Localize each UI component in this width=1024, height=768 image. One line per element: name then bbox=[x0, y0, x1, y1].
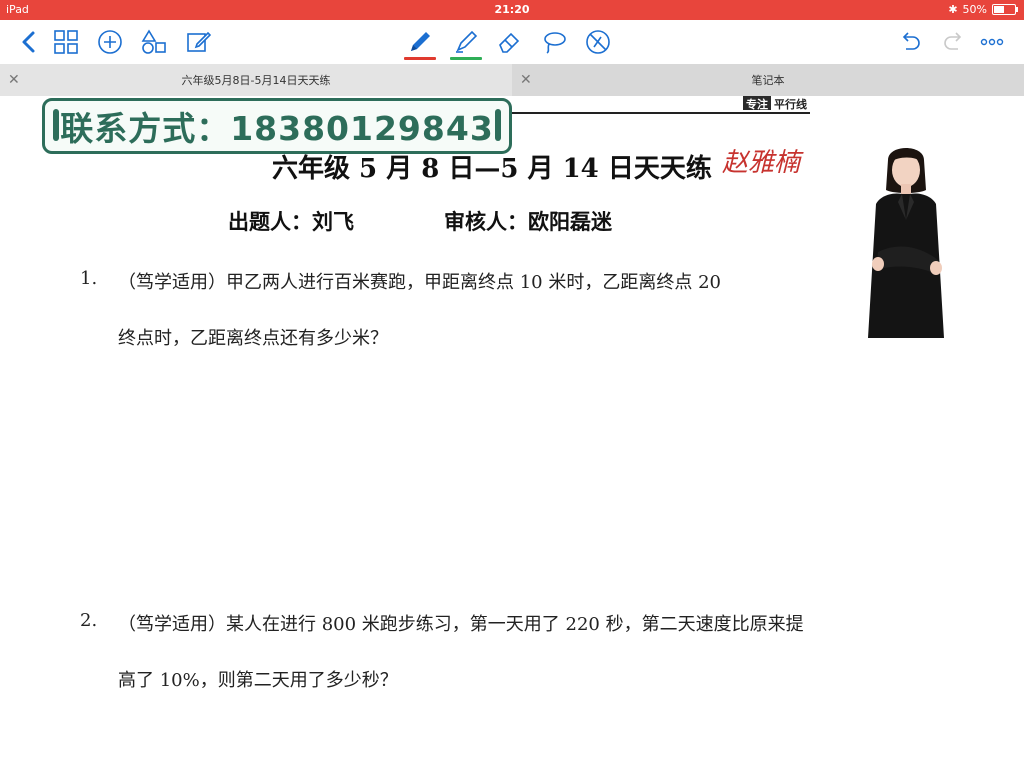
status-bar: iPad 21:20 ✱ 50% bbox=[0, 0, 1024, 20]
redo-icon[interactable] bbox=[940, 28, 968, 56]
plus-circle-icon[interactable] bbox=[96, 28, 124, 56]
grid-icon[interactable] bbox=[52, 28, 80, 56]
banner-pin bbox=[53, 109, 59, 141]
tab-bar: ✕ 六年级5月8日-5月14日天天练 ✕ 笔记本 bbox=[0, 64, 1024, 96]
lasso-icon[interactable] bbox=[540, 28, 568, 56]
banner-pin bbox=[495, 109, 501, 141]
presenter-video bbox=[858, 142, 954, 342]
question-text: （笃学适用）甲乙两人进行百米赛跑，甲距离终点 10 米时，乙距离终点 20 bbox=[118, 272, 721, 293]
brand-part-2: 平行线 bbox=[774, 98, 807, 111]
brand-mark: 专注 平行线 bbox=[743, 96, 810, 111]
page-title: 六年级 5 月 8 日—5 月 14 日天天练 bbox=[272, 154, 712, 184]
toolbar bbox=[0, 20, 1024, 64]
question-text: 终点时，乙距离终点还有多少米？ bbox=[118, 328, 388, 349]
handwritten-signature: 赵雅楠 bbox=[722, 148, 801, 178]
eraser-icon[interactable] bbox=[496, 28, 524, 56]
close-icon[interactable]: ✕ bbox=[8, 72, 20, 88]
contact-banner: 联系方式：18380129843 bbox=[42, 98, 512, 154]
author: 出题人：刘飞 bbox=[228, 209, 354, 234]
contact-text: 联系方式：18380129843 bbox=[60, 109, 494, 148]
chevron-left-icon[interactable] bbox=[16, 28, 44, 56]
pen-icon[interactable] bbox=[406, 28, 434, 56]
question-number: 1. bbox=[80, 268, 98, 289]
edit-icon[interactable] bbox=[184, 28, 212, 56]
question-text: （笃学适用）某人在进行 800 米跑步练习，第一天用了 220 秒，第二天速度比… bbox=[118, 614, 804, 635]
undo-icon[interactable] bbox=[896, 28, 924, 56]
close-icon[interactable]: ✕ bbox=[520, 72, 532, 88]
brand-part-1: 专注 bbox=[743, 96, 771, 111]
highlighter-color-indicator bbox=[450, 57, 482, 60]
tab-document[interactable]: ✕ 六年级5月8日-5月14日天天练 bbox=[0, 64, 512, 96]
reviewer: 审核人：欧阳磊迷 bbox=[444, 209, 612, 234]
highlighter-icon[interactable] bbox=[452, 28, 480, 56]
tab-label: 笔记本 bbox=[751, 74, 785, 87]
no-touch-icon[interactable] bbox=[584, 28, 612, 56]
pen-color-indicator bbox=[404, 57, 436, 60]
bluetooth-icon: ✱ bbox=[948, 3, 958, 16]
question-text: 高了 10%，则第二天用了多少秒？ bbox=[118, 670, 398, 691]
tab-label: 六年级5月8日-5月14日天天练 bbox=[181, 74, 331, 87]
shapes-icon[interactable] bbox=[140, 28, 168, 56]
battery-percent: 50% bbox=[962, 3, 987, 16]
clock: 21:20 bbox=[494, 3, 530, 16]
authors-line: 出题人：刘飞 审核人：欧阳磊迷 bbox=[228, 206, 612, 236]
battery-icon bbox=[992, 4, 1018, 15]
question-number: 2. bbox=[80, 610, 98, 631]
tab-notebook[interactable]: ✕ 笔记本 bbox=[512, 64, 1024, 96]
more-icon[interactable] bbox=[978, 28, 1006, 56]
battery-status: ✱ 50% bbox=[948, 3, 1018, 16]
